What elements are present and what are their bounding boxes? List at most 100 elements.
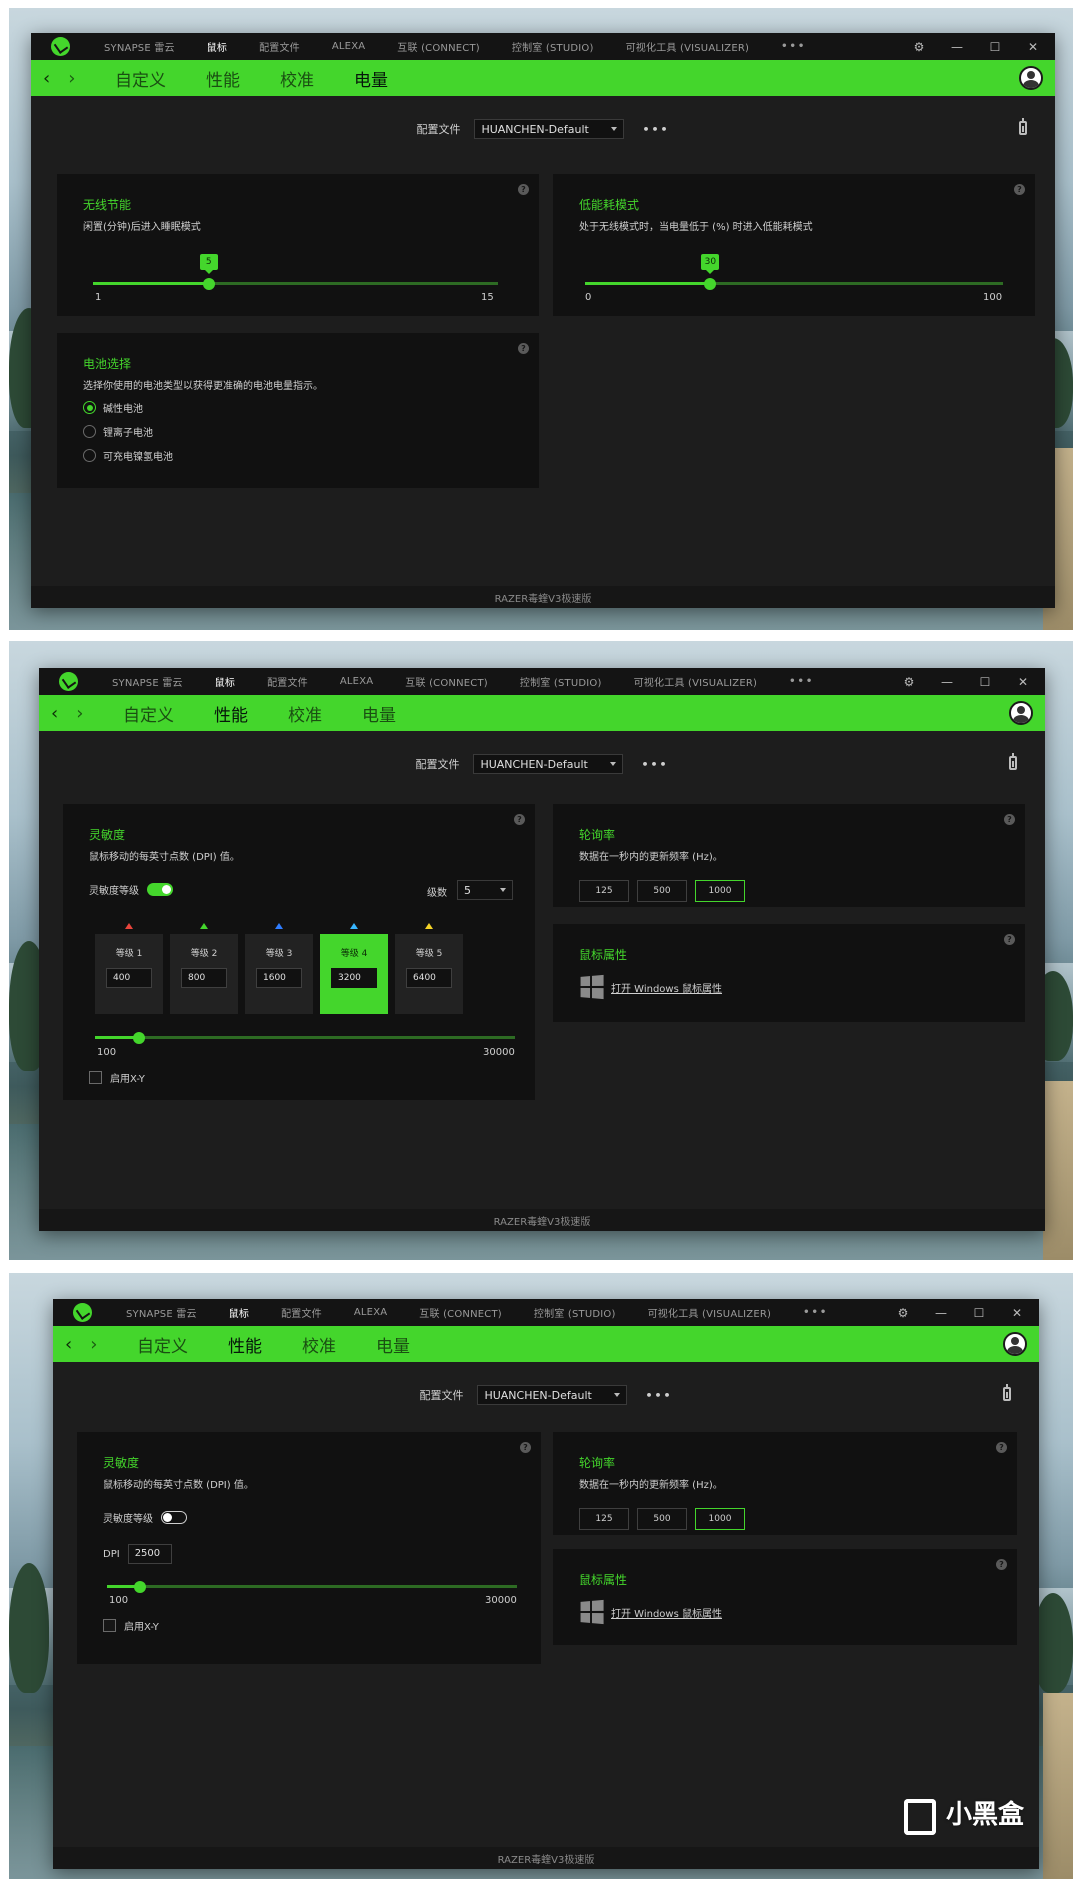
nav-studio[interactable]: 控制室 (STUDIO): [534, 1305, 616, 1320]
dpi-stage-5[interactable]: 等级 5 6400: [395, 923, 463, 1014]
settings-gear-icon[interactable]: ⚙: [901, 675, 917, 689]
tab-customize[interactable]: 自定义: [115, 66, 166, 91]
minimize-icon[interactable]: —: [933, 1306, 949, 1320]
forward-arrow-icon[interactable]: ›: [76, 703, 83, 724]
rate-1000-button[interactable]: 1000: [695, 880, 745, 902]
slider-thumb[interactable]: [202, 277, 215, 290]
nav-visualizer[interactable]: 可视化工具 (VISUALIZER): [626, 39, 750, 54]
settings-gear-icon[interactable]: ⚙: [911, 40, 927, 54]
link-text[interactable]: 打开 Windows 鼠标属性: [611, 1605, 722, 1620]
tab-performance[interactable]: 性能: [214, 701, 248, 726]
help-icon[interactable]: ?: [996, 1559, 1007, 1570]
nav-more-icon[interactable]: •••: [781, 41, 806, 52]
back-arrow-icon[interactable]: ‹: [51, 703, 58, 724]
tab-performance[interactable]: 性能: [206, 66, 240, 91]
nav-studio[interactable]: 控制室 (STUDIO): [520, 674, 602, 689]
nav-alexa[interactable]: ALEXA: [340, 676, 373, 687]
user-avatar-icon[interactable]: [1003, 1332, 1027, 1356]
tab-power[interactable]: 电量: [376, 1332, 410, 1357]
tab-calibration[interactable]: 校准: [280, 66, 314, 91]
help-icon[interactable]: ?: [1004, 934, 1015, 945]
slider-thumb[interactable]: [133, 1580, 146, 1593]
radio-alkaline[interactable]: 碱性电池: [83, 400, 143, 415]
rate-125-button[interactable]: 125: [579, 1508, 629, 1530]
dpi-stage-4[interactable]: 等级 4 3200: [320, 923, 388, 1014]
nav-mouse[interactable]: 鼠标: [207, 39, 227, 54]
profile-more-icon[interactable]: •••: [642, 123, 669, 136]
rate-125-button[interactable]: 125: [579, 880, 629, 902]
rate-500-button[interactable]: 500: [637, 880, 687, 902]
xy-checkbox[interactable]: [103, 1619, 116, 1632]
stage-dpi-input[interactable]: 1600: [256, 968, 302, 988]
stages-toggle[interactable]: [147, 883, 173, 896]
link-text[interactable]: 打开 Windows 鼠标属性: [611, 980, 722, 995]
nav-alexa[interactable]: ALEXA: [354, 1307, 387, 1318]
nav-mouse[interactable]: 鼠标: [229, 1305, 249, 1320]
tab-customize[interactable]: 自定义: [137, 1332, 188, 1357]
slider-thumb[interactable]: [132, 1031, 145, 1044]
nav-studio[interactable]: 控制室 (STUDIO): [512, 39, 594, 54]
nav-more-icon[interactable]: •••: [803, 1307, 828, 1318]
tab-calibration[interactable]: 校准: [302, 1332, 336, 1357]
razer-logo-icon[interactable]: [51, 37, 70, 56]
back-arrow-icon[interactable]: ‹: [65, 1334, 72, 1355]
maximize-icon[interactable]: ☐: [987, 40, 1003, 54]
nav-visualizer[interactable]: 可视化工具 (VISUALIZER): [634, 674, 758, 689]
help-icon[interactable]: ?: [520, 1442, 531, 1453]
profile-select[interactable]: HUANCHEN-Default: [477, 1385, 628, 1405]
forward-arrow-icon[interactable]: ›: [90, 1334, 97, 1355]
help-icon[interactable]: ?: [518, 184, 529, 195]
nav-synapse[interactable]: SYNAPSE 雷云: [112, 674, 183, 689]
user-avatar-icon[interactable]: [1009, 701, 1033, 725]
profile-more-icon[interactable]: •••: [645, 1389, 672, 1402]
dpi-stage-2[interactable]: 等级 2 800: [170, 923, 238, 1014]
user-avatar-icon[interactable]: [1019, 66, 1043, 90]
stages-toggle[interactable]: [161, 1511, 187, 1524]
nav-synapse[interactable]: SYNAPSE 雷云: [126, 1305, 197, 1320]
levels-select[interactable]: 5: [457, 880, 513, 900]
close-icon[interactable]: ✕: [1025, 40, 1041, 54]
dpi-slider[interactable]: [107, 1580, 517, 1593]
stage-dpi-input[interactable]: 6400: [406, 968, 452, 988]
razer-logo-icon[interactable]: [59, 672, 78, 691]
slider-thumb[interactable]: [704, 277, 717, 290]
forward-arrow-icon[interactable]: ›: [68, 68, 75, 89]
nav-mouse[interactable]: 鼠标: [215, 674, 235, 689]
nav-visualizer[interactable]: 可视化工具 (VISUALIZER): [648, 1305, 772, 1320]
radio-nimh[interactable]: 可充电镍氢电池: [83, 448, 173, 463]
nav-profiles[interactable]: 配置文件: [281, 1305, 322, 1320]
tab-power[interactable]: 电量: [362, 701, 396, 726]
profile-more-icon[interactable]: •••: [641, 758, 668, 771]
profile-select[interactable]: HUANCHEN-Default: [473, 754, 624, 774]
nav-connect[interactable]: 互联 (CONNECT): [419, 1305, 502, 1320]
help-icon[interactable]: ?: [514, 814, 525, 825]
dpi-stage-1[interactable]: 等级 1 400: [95, 923, 163, 1014]
nav-profiles[interactable]: 配置文件: [259, 39, 300, 54]
windows-mouse-properties-link[interactable]: 打开 Windows 鼠标属性: [579, 974, 722, 1000]
rate-1000-button[interactable]: 1000: [695, 1508, 745, 1530]
low-power-slider[interactable]: 30: [585, 254, 1003, 290]
dpi-input[interactable]: 2500: [127, 1544, 172, 1564]
tab-power[interactable]: 电量: [354, 66, 388, 91]
stage-dpi-input[interactable]: 400: [106, 968, 152, 988]
nav-synapse[interactable]: SYNAPSE 雷云: [104, 39, 175, 54]
xy-checkbox-row[interactable]: 启用X-Y: [103, 1618, 159, 1633]
stage-dpi-input[interactable]: 800: [181, 968, 227, 988]
nav-alexa[interactable]: ALEXA: [332, 41, 365, 52]
razer-logo-icon[interactable]: [73, 1303, 92, 1322]
help-icon[interactable]: ?: [1004, 814, 1015, 825]
maximize-icon[interactable]: ☐: [977, 675, 993, 689]
close-icon[interactable]: ✕: [1009, 1306, 1025, 1320]
dpi-stage-3[interactable]: 等级 3 1600: [245, 923, 313, 1014]
profile-select[interactable]: HUANCHEN-Default: [474, 119, 625, 139]
nav-connect[interactable]: 互联 (CONNECT): [405, 674, 488, 689]
stage-dpi-input[interactable]: 3200: [331, 968, 377, 988]
close-icon[interactable]: ✕: [1015, 675, 1031, 689]
tab-customize[interactable]: 自定义: [123, 701, 174, 726]
tab-calibration[interactable]: 校准: [288, 701, 322, 726]
windows-mouse-properties-link[interactable]: 打开 Windows 鼠标属性: [579, 1599, 722, 1625]
dpi-slider[interactable]: [95, 1031, 515, 1044]
help-icon[interactable]: ?: [518, 343, 529, 354]
xy-checkbox[interactable]: [89, 1071, 102, 1084]
radio-lithium[interactable]: 锂离子电池: [83, 424, 153, 439]
